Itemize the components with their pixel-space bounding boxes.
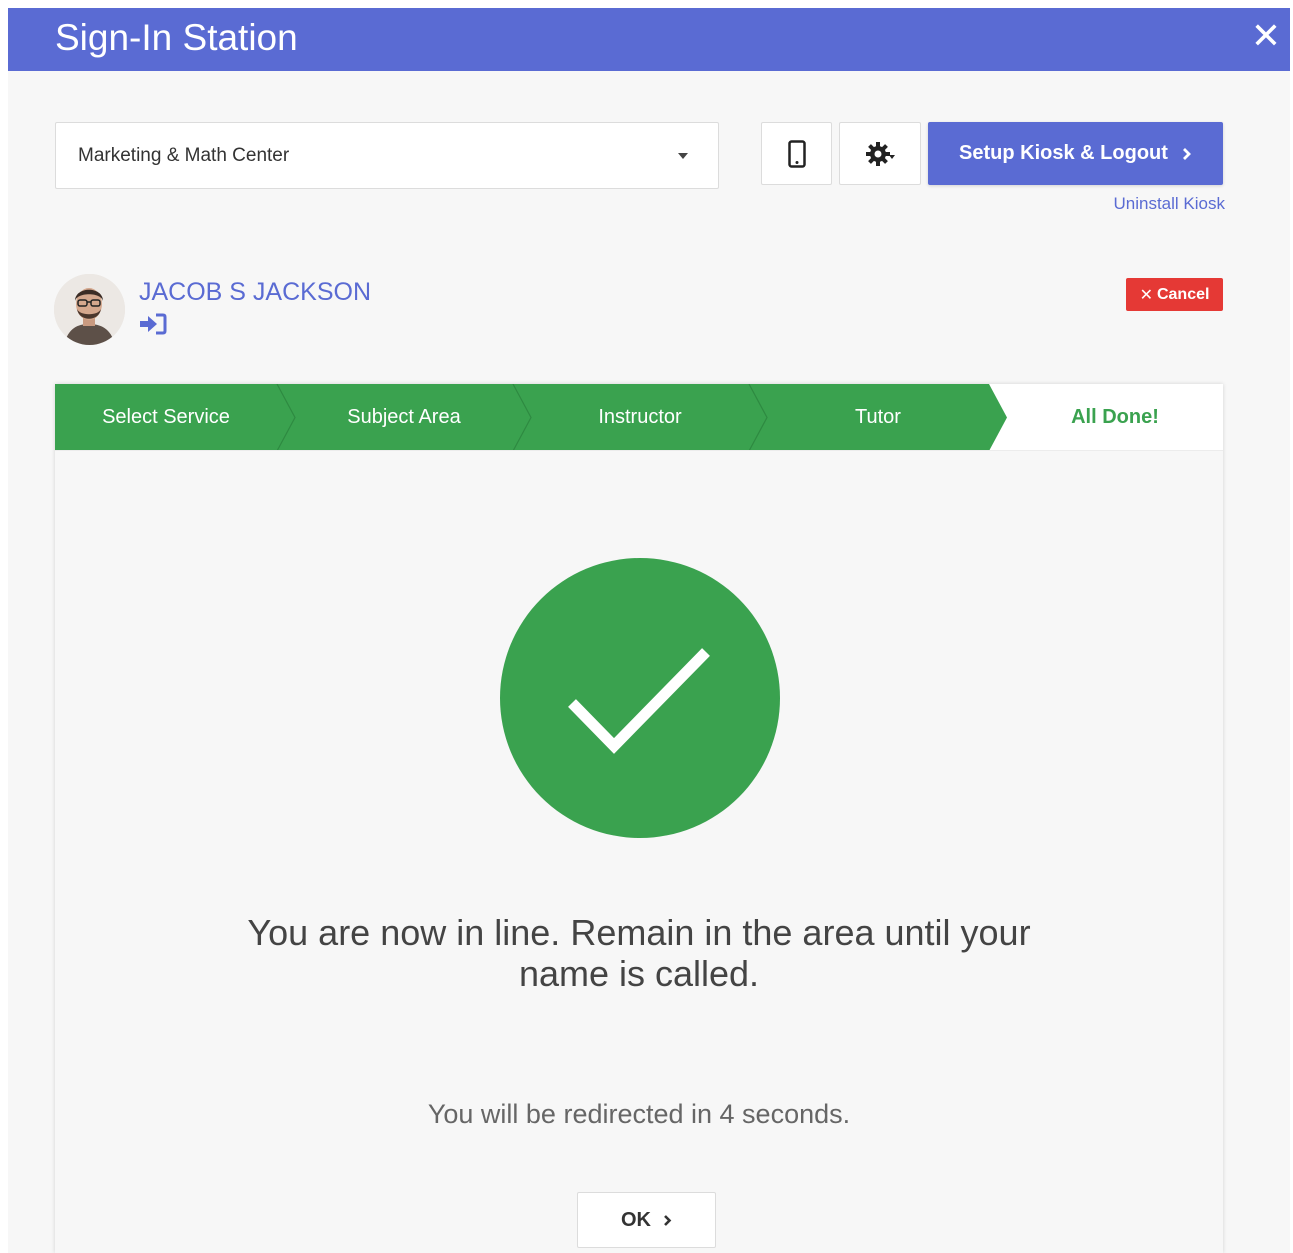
step-instructor[interactable]: Instructor — [531, 384, 749, 451]
sign-in-station-window: Sign-In Station ✕ Marketing & Math Cente… — [8, 8, 1290, 1253]
gear-icon — [866, 141, 895, 166]
close-icon[interactable]: ✕ — [1248, 15, 1284, 56]
settings-dropdown-button[interactable] — [839, 122, 921, 185]
cancel-label: Cancel — [1156, 285, 1210, 303]
redirect-notice: You will be redirected in 4 seconds. — [427, 1099, 851, 1129]
location-value: Marketing & Math Center — [78, 144, 290, 166]
ok-button[interactable]: OK — [577, 1192, 716, 1248]
sign-in-icon — [140, 313, 167, 335]
cancel-button[interactable]: ✕ Cancel — [1126, 278, 1223, 311]
avatar — [54, 274, 125, 345]
user-photo-icon — [54, 274, 125, 345]
tablet-icon — [787, 139, 806, 168]
window-title: Sign-In Station — [55, 17, 298, 58]
step-subject-area[interactable]: Subject Area — [295, 384, 513, 451]
ok-label: OK — [621, 1208, 651, 1231]
user-name: JACOB S JACKSON — [139, 278, 371, 306]
title-bar: Sign-In Station ✕ — [8, 8, 1290, 71]
step-select-service[interactable]: Select Service — [55, 384, 277, 451]
progress-stepper: Select Service Subject Area Instructor T… — [55, 384, 1223, 451]
step-all-done: All Done! — [1071, 406, 1159, 428]
chevron-right-icon — [664, 1214, 672, 1226]
uninstall-kiosk-link[interactable]: Uninstall Kiosk — [1114, 194, 1226, 214]
check-circle-icon — [500, 558, 780, 838]
step-tutor[interactable]: Tutor — [767, 384, 989, 451]
location-dropdown[interactable]: Marketing & Math Center — [55, 122, 719, 189]
setup-kiosk-logout-label: Setup Kiosk & Logout — [959, 142, 1168, 164]
device-button[interactable] — [761, 122, 832, 185]
chevron-right-icon — [1182, 147, 1191, 160]
caret-down-icon — [678, 153, 688, 159]
queue-message: You are now in line. Remain in the area … — [247, 912, 1031, 994]
sign-in-card: Select Service Subject Area Instructor T… — [55, 384, 1223, 1253]
setup-kiosk-logout-button[interactable]: Setup Kiosk & Logout — [928, 122, 1223, 185]
close-icon: ✕ — [1139, 286, 1153, 304]
